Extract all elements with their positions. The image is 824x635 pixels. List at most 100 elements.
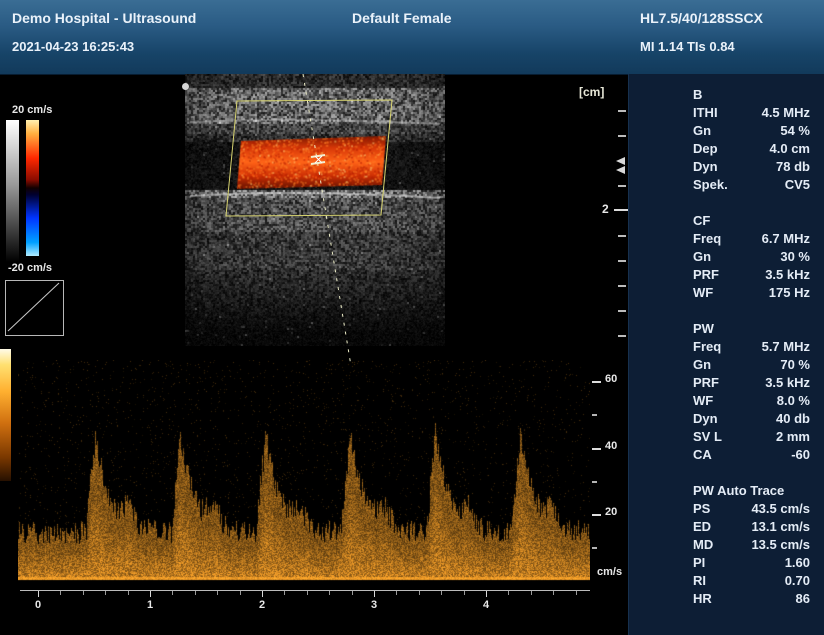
time-axis-minor-tick xyxy=(217,591,218,595)
sample-gate-icon[interactable] xyxy=(311,155,325,164)
time-axis-minor-tick xyxy=(441,591,442,595)
param-section-cf: CFFreq6.7 MHzGn30 %PRF3.5 kHzWF175 Hz xyxy=(693,212,810,302)
param-value: 43.5 cm/s xyxy=(751,500,810,518)
time-axis-tick xyxy=(38,591,39,597)
time-axis-minor-tick xyxy=(128,591,129,595)
param-row: Dyn78 db xyxy=(693,158,810,176)
param-label: Spek. xyxy=(693,176,728,194)
param-value: -60 xyxy=(791,446,810,464)
param-row: Freq5.7 MHz xyxy=(693,338,810,356)
param-label: Gn xyxy=(693,122,711,140)
cf-scale-top-label: 20 cm/s xyxy=(12,104,52,116)
param-label: Freq xyxy=(693,230,721,248)
time-axis-minor-tick xyxy=(195,591,196,595)
param-row: Dyn40 db xyxy=(693,410,810,428)
header-facility-section: Demo Hospital - Ultrasound 2021-04-23 16… xyxy=(0,0,342,75)
param-row: Freq 6.7 MHz xyxy=(693,230,810,248)
param-section-b: BITHI 4.5 MHz Gn 54 %Dep4.0 cmDyn78 dbSpek.… xyxy=(693,86,810,194)
param-value: 4.5 MHz xyxy=(762,104,810,122)
exam-datetime: 2021-04-23 16:25:43 xyxy=(12,39,134,54)
time-axis-minor-tick xyxy=(284,591,285,595)
time-axis-minor-tick xyxy=(172,591,173,595)
param-label: Gn xyxy=(693,356,711,374)
param-value: 6.7 MHz xyxy=(762,230,810,248)
param-value: CV5 xyxy=(785,176,810,194)
time-axis-minor-tick xyxy=(553,591,554,595)
param-row: PRF3.5 kHz xyxy=(693,374,810,392)
time-axis-label: 1 xyxy=(147,599,153,611)
time-axis-minor-tick xyxy=(240,591,241,595)
param-value: 13.1 cm/s xyxy=(751,518,810,536)
param-label: RI xyxy=(693,572,706,590)
velocity-tick-label: 40 xyxy=(605,440,617,452)
time-axis-tick xyxy=(486,591,487,597)
param-label: WF xyxy=(693,284,713,302)
param-label: WF xyxy=(693,392,713,410)
time-axis-minor-tick xyxy=(83,591,84,595)
bmode-overlay xyxy=(185,74,445,366)
time-axis-label: 3 xyxy=(371,599,377,611)
param-row: RI 0.70 xyxy=(693,572,810,590)
param-row: CA -60 xyxy=(693,446,810,464)
time-axis-line xyxy=(20,590,590,591)
param-section-pw: PWFreq5.7 MHzGn 70 %PRF3.5 kHzWF8.0 %Dyn4… xyxy=(693,320,810,464)
param-value: 86 xyxy=(796,590,810,608)
probe-orientation-marker-icon xyxy=(182,83,189,90)
time-axis-minor-tick xyxy=(464,591,465,595)
param-value: 78 db xyxy=(776,158,810,176)
time-axis-minor-tick xyxy=(576,591,577,595)
time-axis-minor-tick xyxy=(396,591,397,595)
param-section-title: B xyxy=(693,86,810,104)
param-value: 4.0 cm xyxy=(770,140,810,158)
param-row: Dep4.0 cm xyxy=(693,140,810,158)
param-label: PRF xyxy=(693,266,719,284)
param-value: 1.60 xyxy=(785,554,810,572)
param-label: MD xyxy=(693,536,713,554)
gray-curve-box xyxy=(5,280,64,336)
param-label: PI xyxy=(693,554,705,572)
doppler-cursor-line[interactable] xyxy=(303,74,351,366)
param-value: 54 % xyxy=(780,122,810,140)
param-label: Gn xyxy=(693,248,711,266)
velocity-minor-tick xyxy=(592,481,597,483)
time-axis-minor-tick xyxy=(531,591,532,595)
time-axis-label: 0 xyxy=(35,599,41,611)
param-label: Dyn xyxy=(693,410,718,428)
param-section-title: CF xyxy=(693,212,810,230)
time-axis-minor-tick xyxy=(60,591,61,595)
time-axis-minor-tick xyxy=(307,591,308,595)
probe-model: HL7.5/40/128SSCX xyxy=(640,10,763,26)
mi-tis-readout: MI 1.14 TIs 0.84 xyxy=(640,39,735,54)
param-value: 175 Hz xyxy=(769,284,810,302)
velocity-minor-tick xyxy=(592,547,597,549)
param-section-title: PW xyxy=(693,320,810,338)
velocity-minor-tick xyxy=(592,414,597,416)
param-row: Spek. CV5 xyxy=(693,176,810,194)
param-value: 70 % xyxy=(780,356,810,374)
velocity-tick xyxy=(592,448,601,450)
time-axis-tick xyxy=(374,591,375,597)
param-row: Gn 70 % xyxy=(693,356,810,374)
velocity-tick-label: 20 xyxy=(605,506,617,518)
param-value: 0.70 xyxy=(785,572,810,590)
bmode-image-area[interactable] xyxy=(185,74,445,346)
time-axis-minor-tick xyxy=(508,591,509,595)
time-axis-tick xyxy=(262,591,263,597)
param-row: PS43.5 cm/s xyxy=(693,500,810,518)
cf-roi-box[interactable] xyxy=(226,100,392,216)
param-row: SV L2 mm xyxy=(693,428,810,446)
velocity-tick xyxy=(592,514,601,516)
pw-spectrum-display[interactable] xyxy=(18,360,590,582)
param-row: WF 175 Hz xyxy=(693,284,810,302)
param-label: PRF xyxy=(693,374,719,392)
param-row: PI 1.60 xyxy=(693,554,810,572)
facility-name: Demo Hospital - Ultrasound xyxy=(12,10,196,26)
gray-curve-icon xyxy=(6,281,61,333)
param-section-auto-trace: PW Auto TracePS43.5 cm/sED13.1 cm/sMD13.… xyxy=(693,482,810,608)
param-row: WF8.0 % xyxy=(693,392,810,410)
time-axis-tick xyxy=(150,591,151,597)
velocity-tick-label: 60 xyxy=(605,373,617,385)
param-label: CA xyxy=(693,446,712,464)
param-label: ITHI xyxy=(693,104,718,122)
param-row: MD13.5 cm/s xyxy=(693,536,810,554)
